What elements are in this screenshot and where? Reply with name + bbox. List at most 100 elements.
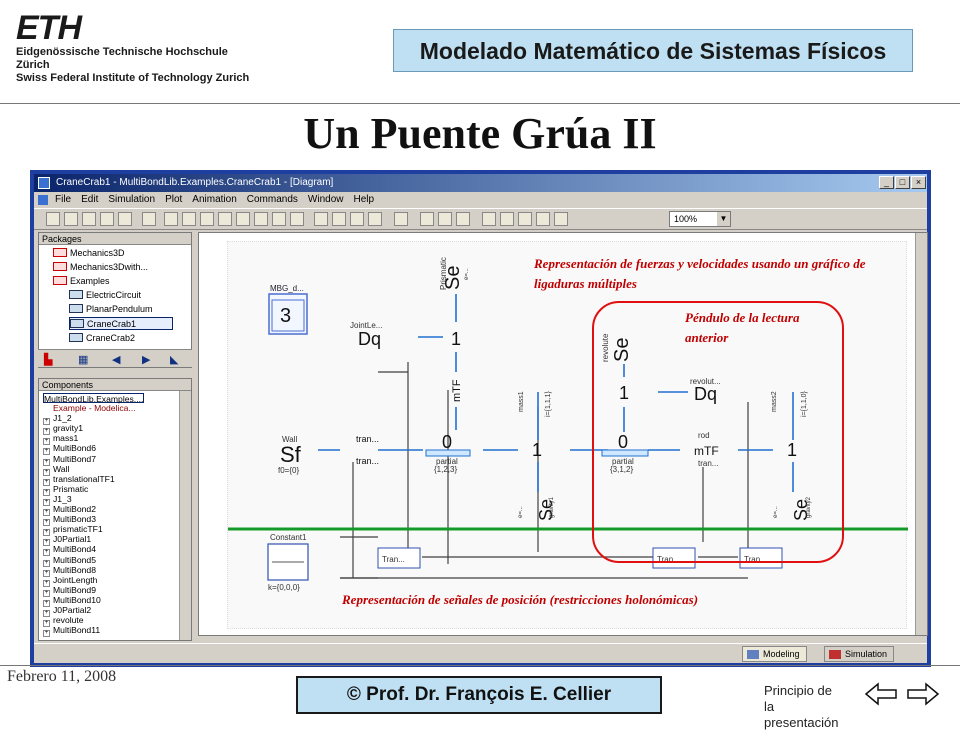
line-color-icon[interactable] bbox=[314, 212, 328, 226]
grid-icon[interactable] bbox=[368, 212, 382, 226]
menu-simulation[interactable]: Simulation bbox=[103, 192, 160, 208]
home-icon[interactable]: ◣ bbox=[170, 353, 178, 366]
component-item[interactable]: + MultiBond6 bbox=[43, 443, 144, 456]
menu-help[interactable]: Help bbox=[348, 192, 379, 208]
search-icon[interactable] bbox=[82, 212, 96, 226]
modelica-text-icon[interactable] bbox=[518, 212, 532, 226]
component-item[interactable]: + MultiBond10 bbox=[43, 595, 144, 607]
forward-arrow-icon[interactable]: ▶ bbox=[142, 353, 150, 366]
menu-animation[interactable]: Animation bbox=[187, 192, 241, 208]
info-icon[interactable] bbox=[500, 212, 514, 226]
library-icon[interactable]: ▙ bbox=[44, 353, 52, 366]
component-item[interactable]: + J1_3 bbox=[43, 494, 144, 506]
component-item[interactable]: + J0Partial2 bbox=[43, 605, 144, 617]
menu-commands[interactable]: Commands bbox=[242, 192, 303, 208]
save-icon[interactable] bbox=[64, 212, 78, 226]
open-icon[interactable] bbox=[46, 212, 60, 226]
line-style-icon[interactable] bbox=[350, 212, 364, 226]
model-icon bbox=[69, 304, 83, 313]
tree-item-cranecrab1[interactable]: CraneCrab1 bbox=[69, 317, 173, 330]
component-item[interactable]: + revolute bbox=[43, 615, 144, 628]
translational-tf-1[interactable]: tran... tran... bbox=[356, 434, 379, 466]
joint-length[interactable]: JointLe... Dq bbox=[350, 321, 382, 349]
revolute-joint[interactable]: revolut... Dq bbox=[690, 377, 721, 404]
constant-block[interactable]: Constant1 k={0,0,0} bbox=[267, 533, 309, 592]
back-arrow-icon[interactable] bbox=[864, 682, 897, 706]
menu-file[interactable]: File bbox=[50, 192, 76, 208]
check-icon[interactable] bbox=[394, 212, 408, 226]
tran-block-1[interactable]: Tran... bbox=[377, 547, 421, 569]
component-item[interactable]: + gravity1 bbox=[43, 423, 144, 436]
component-item[interactable]: + prismaticTF1 bbox=[43, 524, 144, 537]
polygon-icon[interactable] bbox=[254, 212, 268, 226]
component-root[interactable]: MultiBondLib.Examples.... bbox=[43, 393, 145, 404]
help-icon[interactable] bbox=[142, 212, 156, 226]
component-example[interactable]: Example - Modelica... bbox=[43, 403, 144, 413]
forward-arrow-icon[interactable] bbox=[907, 682, 940, 706]
minimize-button[interactable]: _ bbox=[879, 176, 894, 189]
tree-item-mechanics3d[interactable]: Mechanics3D bbox=[53, 247, 125, 260]
tree-item-mechanics3dwith[interactable]: Mechanics3Dwith... bbox=[53, 261, 148, 274]
component-icon[interactable] bbox=[482, 212, 496, 226]
fill-color-icon[interactable] bbox=[332, 212, 346, 226]
component-item[interactable]: + MultiBond4 bbox=[43, 544, 144, 557]
tab-modeling[interactable]: Modeling bbox=[742, 646, 807, 662]
used-classes-icon[interactable] bbox=[554, 212, 568, 226]
rectangle-icon[interactable] bbox=[218, 212, 232, 226]
tree-item-cranecrab2[interactable]: CraneCrab2 bbox=[69, 332, 135, 345]
start-link[interactable]: Principio de la presentación bbox=[764, 683, 844, 731]
mbg-defaults-icon[interactable]: MBG_d... 3 bbox=[268, 284, 308, 335]
wall-source[interactable]: Wall Sf f0={0} bbox=[278, 435, 302, 475]
component-item[interactable]: + MultiBond3 bbox=[43, 514, 144, 527]
text-icon[interactable] bbox=[272, 212, 286, 226]
documentation-icon[interactable] bbox=[536, 212, 550, 226]
j0-partial-1[interactable]: 0 partial {1,2,3} bbox=[425, 432, 471, 474]
tree-item-electriccircuit[interactable]: ElectricCircuit bbox=[69, 289, 141, 302]
arrow-right-icon[interactable] bbox=[456, 212, 470, 226]
connect-icon[interactable] bbox=[200, 212, 214, 226]
component-item[interactable]: + J1_2 bbox=[43, 413, 144, 426]
component-item[interactable]: + MultiBond11 bbox=[43, 625, 144, 638]
tran-block-2[interactable]: Tran... bbox=[652, 547, 696, 569]
pointer-icon[interactable] bbox=[164, 212, 178, 226]
menu-window[interactable]: Window bbox=[303, 192, 349, 208]
tree-item-planarpendulum[interactable]: PlanarPendulum bbox=[69, 303, 153, 316]
component-item[interactable]: + translationalTF1 bbox=[43, 474, 144, 486]
diagram-view-icon[interactable] bbox=[420, 212, 434, 226]
component-item[interactable]: + MultiBond8 bbox=[43, 565, 144, 577]
component-item[interactable]: + Wall bbox=[43, 464, 144, 476]
revolute-column[interactable]: revolute Se 1 0 partial {3,1,2} bbox=[601, 333, 649, 474]
ellipse-icon[interactable] bbox=[236, 212, 250, 226]
components-scrollbar[interactable] bbox=[179, 391, 191, 640]
component-item[interactable]: + mass1 bbox=[43, 433, 144, 446]
component-item[interactable]: + MultiBond9 bbox=[43, 585, 144, 597]
components-icon[interactable]: ▦ bbox=[78, 353, 88, 366]
components-list: MultiBondLib.Examples.... Example - Mode… bbox=[43, 393, 145, 638]
component-item[interactable]: + MultiBond7 bbox=[43, 454, 144, 466]
component-item[interactable]: + J0Partial1 bbox=[43, 534, 144, 547]
close-button[interactable]: × bbox=[911, 176, 926, 189]
menu-plot[interactable]: Plot bbox=[160, 192, 187, 208]
simulate-icon[interactable] bbox=[100, 212, 114, 226]
arrow-left-icon[interactable] bbox=[438, 212, 452, 226]
app-icon bbox=[38, 177, 50, 189]
component-item[interactable]: + MultiBond5 bbox=[43, 555, 144, 567]
rod-transformer[interactable]: rod mTF tran... bbox=[694, 431, 719, 468]
component-item[interactable]: + Prismatic bbox=[43, 484, 144, 496]
mass1-column[interactable]: mass1 i={1,1,1} 1 Se gravity1 e=... bbox=[518, 390, 556, 521]
component-item[interactable]: + MultiBond2 bbox=[43, 504, 144, 517]
tab-simulation[interactable]: Simulation bbox=[824, 646, 895, 662]
component-item[interactable]: + JointLength bbox=[43, 575, 144, 587]
chevron-down-icon[interactable]: ▼ bbox=[717, 212, 730, 226]
bitmap-icon[interactable] bbox=[290, 212, 304, 226]
tree-item-examples[interactable]: Examples bbox=[53, 275, 110, 288]
prismatic-column[interactable]: Prismatic Se e=... 1 mTF bbox=[439, 257, 470, 430]
mass2-column[interactable]: mass2 i={1,1,0} 1 Se gravity2 e=... bbox=[771, 390, 812, 521]
diagram-scrollbar[interactable] bbox=[915, 233, 927, 635]
maximize-button[interactable]: □ bbox=[895, 176, 910, 189]
line-icon[interactable] bbox=[182, 212, 196, 226]
menu-edit[interactable]: Edit bbox=[76, 192, 103, 208]
back-arrow-icon[interactable]: ◀ bbox=[112, 353, 120, 366]
tran-block-3[interactable]: Tran... bbox=[739, 547, 783, 569]
print-icon[interactable] bbox=[118, 212, 132, 226]
